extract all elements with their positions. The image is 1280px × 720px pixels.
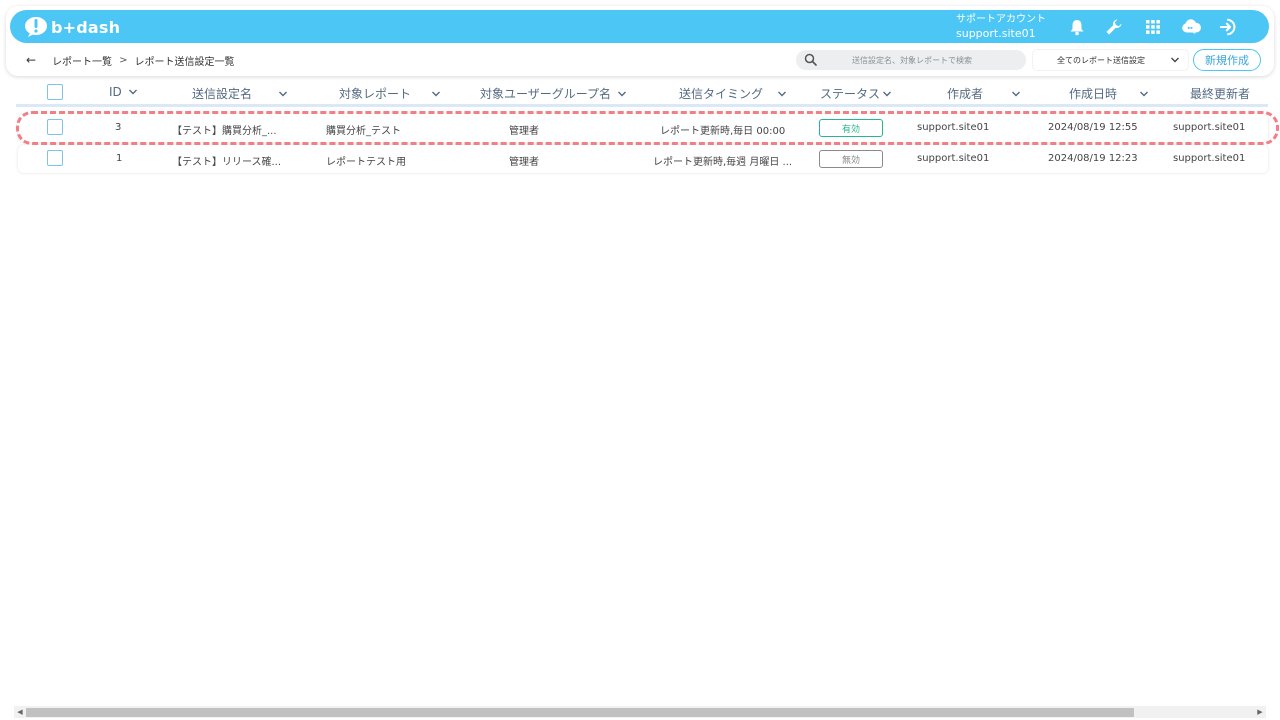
cell-user-group: 管理者 <box>509 157 539 168</box>
scrollbar-thumb[interactable] <box>26 708 1134 717</box>
column-header-report[interactable]: 対象レポート <box>339 85 441 102</box>
column-header-label: 最終更新者 <box>1190 87 1251 101</box>
row-checkbox[interactable] <box>47 150 63 166</box>
chevron-down-icon <box>279 91 288 96</box>
grid-icon[interactable] <box>1143 17 1163 37</box>
column-header-label: 送信設定名 <box>192 87 253 101</box>
cell-creator: support.site01 <box>917 153 990 164</box>
cell-updater: support.site01 <box>1173 153 1246 164</box>
breadcrumb: ← レポート一覧 > レポート送信設定一覧 <box>26 52 234 68</box>
account-label: サポートアカウント <box>956 14 1046 25</box>
column-header-creator[interactable]: 作成者 <box>947 85 1021 102</box>
search-icon <box>804 53 817 66</box>
chevron-down-icon <box>1140 91 1149 96</box>
breadcrumb-separator: > <box>119 54 128 66</box>
column-header-updater[interactable]: 最終更新者 <box>1190 85 1250 102</box>
breadcrumb-current: レポート送信設定一覧 <box>134 56 235 68</box>
chevron-down-icon <box>128 89 137 95</box>
chevron-down-icon <box>432 91 441 96</box>
breadcrumb-parent[interactable]: レポート一覧 <box>52 53 112 68</box>
cell-created: 2024/08/19 12:23 <box>1048 153 1138 164</box>
logo[interactable]: b+dash <box>24 15 120 39</box>
table-header: ID 送信設定名 対象レポート 対象ユーザーグループ名 送信タイミング ステータ… <box>0 82 1280 104</box>
column-header-status[interactable]: ステータス <box>820 85 892 102</box>
cell-timing: レポート更新時,毎日 00:00 <box>660 126 786 137</box>
scroll-left-icon[interactable]: ◀ <box>14 706 26 718</box>
chevron-down-icon <box>1171 57 1179 63</box>
cell-report: レポートテスト用 <box>326 157 406 168</box>
cell-timing: レポート更新時,毎週 月曜日 ... <box>653 157 793 168</box>
search-input[interactable] <box>822 55 1002 65</box>
column-header-label: 送信タイミング <box>679 87 764 101</box>
horizontal-scrollbar[interactable]: ◀ ▶ <box>14 706 1266 718</box>
cell-name[interactable]: 【テスト】リリース確... <box>172 153 281 168</box>
column-header-timing[interactable]: 送信タイミング <box>679 85 787 102</box>
column-header-label: ステータス <box>820 87 881 101</box>
chevron-down-icon <box>883 91 892 96</box>
header-divider <box>16 104 1268 107</box>
cell-id: 1 <box>116 153 123 164</box>
bell-icon[interactable] <box>1067 17 1087 37</box>
status-badge: 有効 <box>819 119 883 137</box>
new-button[interactable]: 新規作成 <box>1193 49 1261 71</box>
column-header-label: ID <box>109 85 122 99</box>
column-header-user-group[interactable]: 対象ユーザーグループ名 <box>480 85 627 102</box>
account-info[interactable]: サポートアカウント support.site01 <box>956 13 1046 41</box>
chevron-down-icon <box>1012 91 1021 96</box>
column-header-name[interactable]: 送信設定名 <box>192 85 288 102</box>
top-bar: b+dash サポートアカウント support.site01 <box>10 10 1269 43</box>
filter-selected-value: 全てのレポート送信設定 <box>1057 55 1145 65</box>
column-header-id[interactable]: ID <box>109 85 138 99</box>
chevron-down-icon <box>778 91 787 96</box>
row-checkbox[interactable] <box>47 119 63 135</box>
cell-updater: support.site01 <box>1173 122 1246 133</box>
filter-select[interactable]: 全てのレポート送信設定 <box>1033 50 1188 70</box>
chevron-down-icon <box>618 91 627 96</box>
logo-text: b+dash <box>51 17 121 37</box>
cell-id: 3 <box>115 122 122 133</box>
cell-name[interactable]: 【テスト】購買分析_... <box>172 122 277 137</box>
table-row[interactable]: 1 【テスト】リリース確... レポートテスト用 管理者 レポート更新時,毎週 … <box>18 145 1268 173</box>
account-name: support.site01 <box>956 27 1036 40</box>
cell-user-group: 管理者 <box>509 126 539 137</box>
table-row[interactable]: 3 【テスト】購買分析_... 購買分析_テスト 管理者 レポート更新時,毎日 … <box>18 114 1268 142</box>
cell-created: 2024/08/19 12:55 <box>1048 122 1138 133</box>
column-header-label: 作成者 <box>947 87 984 101</box>
wrench-icon[interactable] <box>1104 17 1124 37</box>
cloud-chat-icon[interactable] <box>1181 17 1201 37</box>
cell-creator: support.site01 <box>917 122 990 133</box>
logout-icon[interactable] <box>1219 17 1239 37</box>
scroll-right-icon[interactable]: ▶ <box>1254 706 1266 718</box>
status-badge: 無効 <box>819 150 883 168</box>
column-header-label: 作成日時 <box>1069 87 1118 101</box>
column-header-label: 対象レポート <box>339 87 412 101</box>
cell-report: 購買分析_テスト <box>326 126 401 137</box>
search-box <box>796 50 1026 70</box>
column-header-label: 対象ユーザーグループ名 <box>480 87 612 101</box>
column-header-created[interactable]: 作成日時 <box>1069 85 1149 102</box>
logo-icon <box>25 17 47 37</box>
back-arrow-icon[interactable]: ← <box>26 53 36 67</box>
select-all-checkbox[interactable] <box>47 84 63 100</box>
